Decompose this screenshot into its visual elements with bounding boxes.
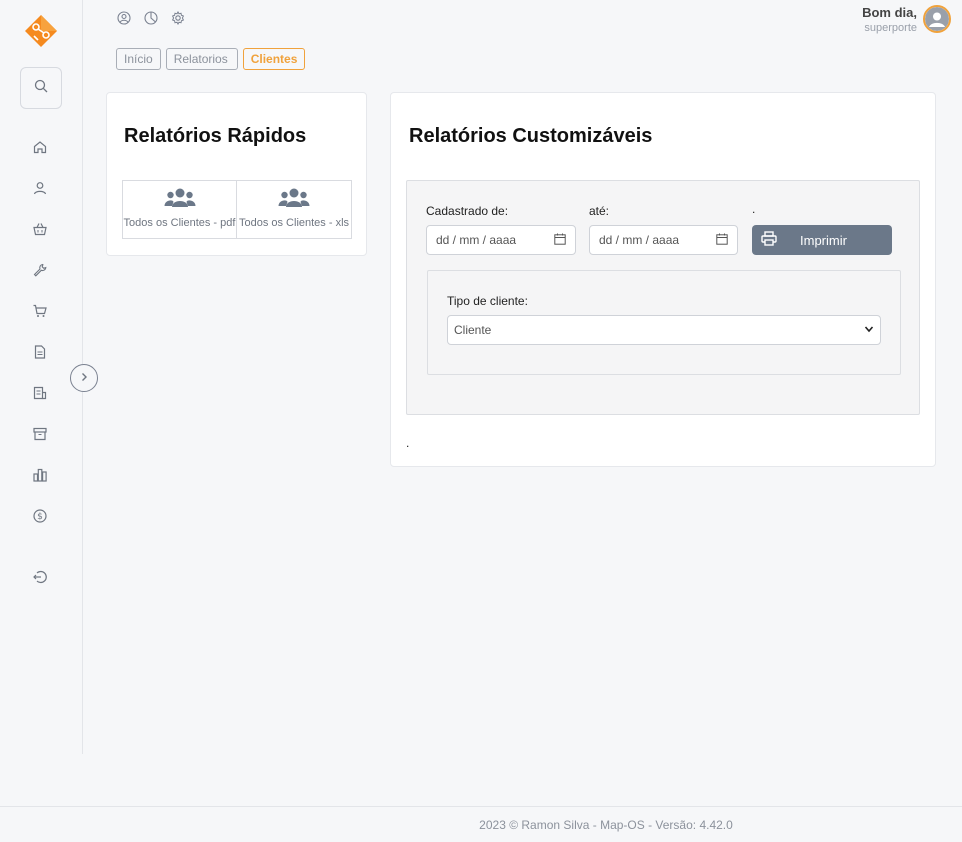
pie-chart-icon (144, 10, 158, 30)
date-to-placeholder: dd / mm / aaaa (599, 233, 680, 247)
printer-icon (761, 231, 777, 249)
users-icon (278, 187, 310, 214)
calendar-icon (554, 233, 566, 248)
wrench-icon (33, 263, 47, 282)
gear-icon (171, 10, 185, 30)
archive-icon (33, 427, 47, 446)
report-all-clients-xls-label: Todos os Clientes - xls (238, 217, 350, 229)
client-type-label: Tipo de cliente: (447, 294, 528, 308)
top-profile-button[interactable] (116, 10, 132, 30)
cart-icon (33, 304, 47, 323)
client-type-select[interactable]: Cliente (447, 315, 881, 345)
report-all-clients-pdf[interactable]: Todos os Clientes - pdf (122, 180, 237, 239)
footer-text: 2023 © Ramon Silva - Map-OS - Versão: 4.… (479, 817, 733, 832)
sidebar-item-services[interactable] (30, 262, 50, 282)
date-from-input[interactable]: dd / mm / aaaa (426, 225, 576, 255)
report-all-clients-pdf-label: Todos os Clientes - pdf (123, 217, 236, 229)
date-from-label: Cadastrado de: (426, 204, 509, 218)
top-settings-button[interactable] (170, 10, 186, 30)
sidebar-item-clients[interactable] (30, 180, 50, 200)
sidebar-item-finance[interactable]: $ (30, 508, 50, 528)
print-label-dot: . (752, 202, 756, 216)
report-all-clients-xls[interactable]: Todos os Clientes - xls (237, 180, 352, 239)
top-dashboard-button[interactable] (143, 10, 159, 30)
sidebar-item-products[interactable] (30, 221, 50, 241)
sidebar-item-reports[interactable] (30, 467, 50, 487)
user-greeting: Bom dia, superporte (862, 5, 917, 35)
report-filter-form: Cadastrado de: dd / mm / aaaa até: dd / … (406, 180, 920, 415)
document-icon (33, 344, 47, 364)
bottom-dot: . (406, 436, 410, 450)
chevron-down-icon (864, 323, 874, 337)
username-text: superporte (864, 22, 917, 34)
svg-text:$: $ (37, 512, 43, 522)
print-button[interactable]: Imprimir (752, 225, 892, 255)
quick-reports-grid: Todos os Clientes - pdf Todos os Cliente… (122, 180, 352, 239)
search-button[interactable] (20, 67, 62, 109)
client-type-selected-value: Cliente (454, 323, 492, 337)
sidebar-item-logout[interactable] (30, 569, 50, 589)
search-icon (34, 79, 48, 98)
user-icon (33, 181, 47, 200)
user-circle-icon (117, 10, 131, 30)
footer: 2023 © Ramon Silva - Map-OS - Versão: 4.… (0, 806, 962, 842)
greeting-text: Bom dia, (862, 5, 917, 20)
logout-icon (33, 570, 47, 589)
client-type-section: Tipo de cliente: Cliente (427, 270, 901, 375)
sidebar-item-billing[interactable] (30, 385, 50, 405)
chevron-right-icon (79, 369, 89, 387)
sidebar-item-sales[interactable] (30, 303, 50, 323)
users-icon (164, 187, 196, 214)
print-button-label: Imprimir (800, 232, 847, 248)
mapos-logo[interactable] (24, 14, 58, 48)
dollar-icon: $ (33, 508, 47, 528)
sidebar-toggle-button[interactable] (70, 364, 98, 392)
breadcrumb-relatorios[interactable]: Relatorios (165, 48, 238, 70)
basket-icon (33, 222, 47, 241)
quick-reports-card: Relatórios Rápidos Todos os Clientes - p… (106, 92, 367, 256)
breadcrumb-inicio[interactable]: Início (116, 48, 161, 70)
avatar[interactable] (923, 5, 951, 33)
sidebar-item-home[interactable] (30, 139, 50, 159)
quick-reports-title: Relatórios Rápidos (124, 125, 307, 147)
bar-chart-icon (33, 468, 47, 487)
sidebar-item-orders[interactable] (30, 344, 50, 364)
date-to-input[interactable]: dd / mm / aaaa (589, 225, 738, 255)
breadcrumb-clientes[interactable]: Clientes (242, 48, 306, 70)
breadcrumb: Início Relatorios Clientes (116, 48, 306, 70)
home-icon (33, 140, 47, 159)
date-to-label: até: (589, 204, 610, 218)
custom-reports-card: Relatórios Customizáveis Cadastrado de: … (390, 92, 936, 467)
date-from-placeholder: dd / mm / aaaa (436, 233, 517, 247)
custom-reports-title: Relatórios Customizáveis (409, 125, 653, 147)
calendar-icon (716, 233, 728, 248)
sidebar-item-archive[interactable] (30, 426, 50, 446)
receipt-icon (33, 386, 47, 405)
